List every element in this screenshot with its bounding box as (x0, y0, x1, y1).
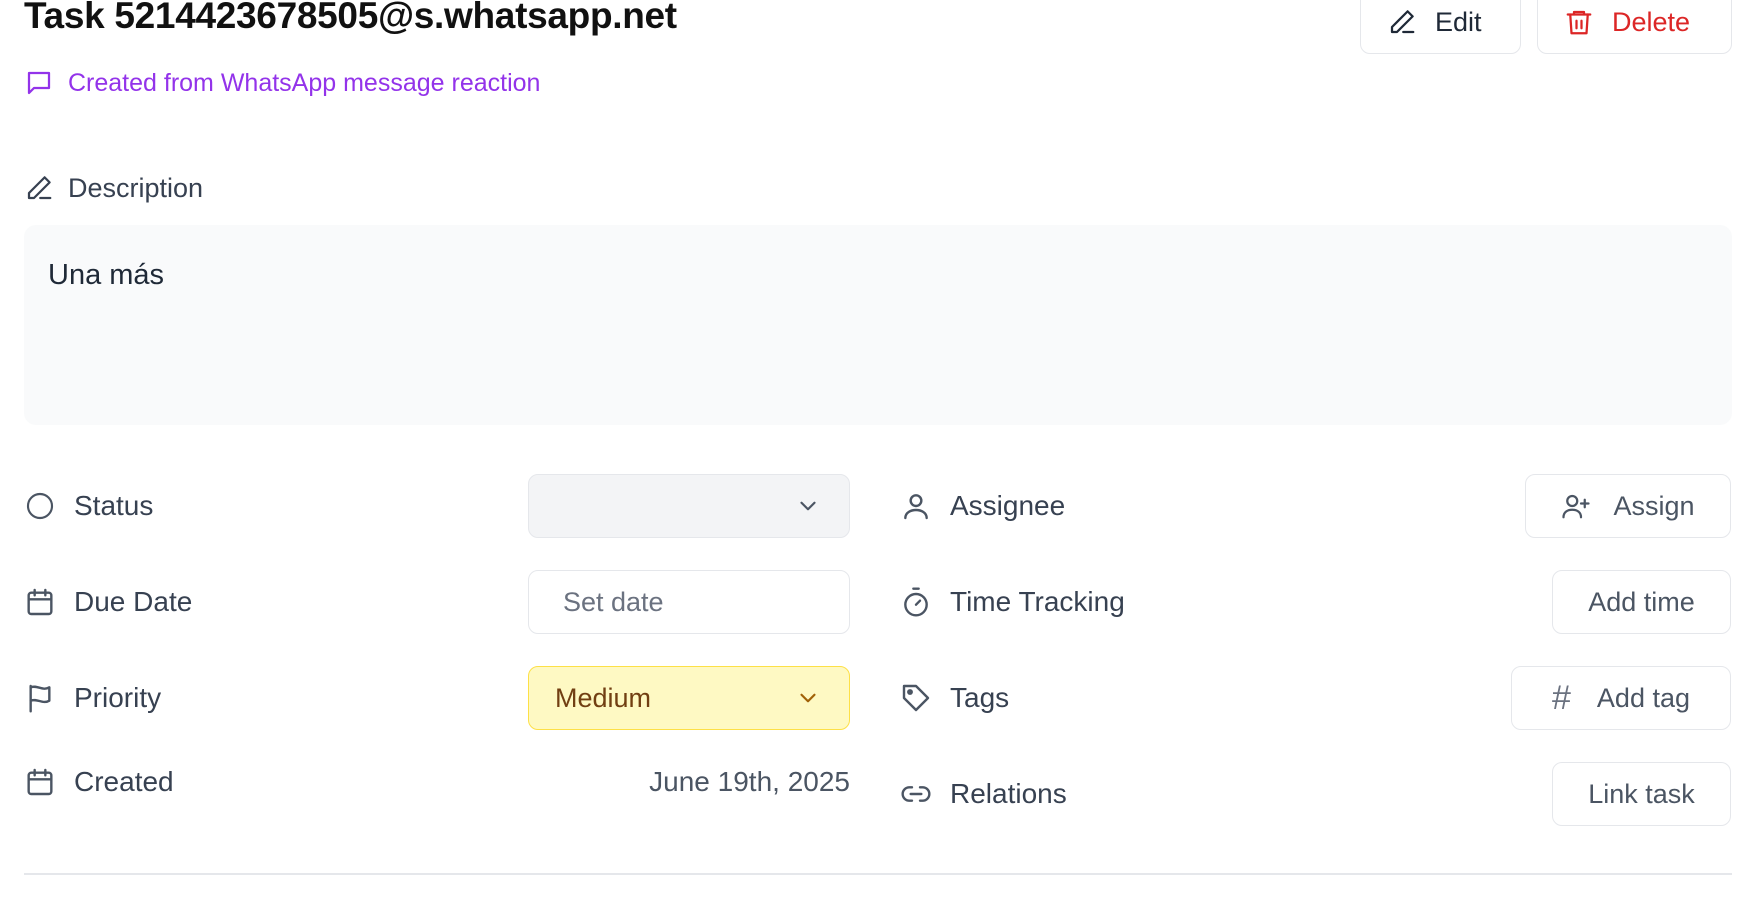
edit-button-label: Edit (1435, 6, 1482, 37)
created-label: Created (24, 764, 174, 800)
status-label: Status (24, 488, 153, 524)
status-label-text: Status (74, 490, 154, 521)
tags-label-text: Tags (950, 682, 1010, 713)
time-tracking-label-text: Time Tracking (950, 586, 1125, 617)
flag-icon (29, 684, 51, 713)
section-divider (24, 873, 1732, 875)
tag-icon (902, 684, 930, 712)
pencil-icon (27, 176, 52, 200)
add-time-button-label: Add time (1588, 586, 1695, 617)
description-box[interactable]: Una más (24, 225, 1732, 425)
calendar-icon (27, 768, 53, 796)
due-date-placeholder: Set date (563, 586, 664, 617)
assignee-label-text: Assignee (950, 490, 1066, 521)
user-icon (904, 494, 928, 520)
chevron-down-icon (800, 693, 816, 703)
priority-label-text: Priority (74, 682, 162, 713)
assign-button[interactable]: Assign (1525, 474, 1731, 538)
due-date-input[interactable]: Set date (528, 570, 850, 634)
task-title: Task 5214423678505@s.whatsapp.net (24, 0, 677, 36)
delete-button[interactable]: Delete (1537, 0, 1732, 54)
link-icon (901, 786, 931, 802)
priority-value: Medium (555, 682, 652, 713)
pencil-icon (1390, 10, 1415, 34)
priority-label: Priority (24, 680, 161, 716)
trash-icon (1566, 10, 1592, 35)
source-note: Created from WhatsApp message reaction (24, 66, 540, 100)
add-tag-button[interactable]: # Add tag (1511, 666, 1731, 730)
user-plus-icon (1562, 494, 1591, 519)
description-text: Una más (48, 259, 165, 291)
time-tracking-label: Time Tracking (900, 584, 1125, 620)
message-square-icon (27, 71, 51, 95)
description-label: Description (24, 170, 203, 206)
due-date-label: Due Date (24, 584, 192, 620)
delete-button-label: Delete (1612, 6, 1691, 37)
edit-button[interactable]: Edit (1360, 0, 1521, 54)
chevron-down-icon (800, 501, 816, 511)
link-task-button-label: Link task (1588, 778, 1695, 809)
calendar-icon (27, 588, 53, 616)
relations-label-text: Relations (950, 778, 1067, 809)
status-select[interactable] (528, 474, 850, 538)
task-detail-page: Task 5214423678505@s.whatsapp.net Create… (0, 0, 1758, 906)
priority-select[interactable]: Medium (528, 666, 850, 730)
source-note-text: Created from WhatsApp message reaction (68, 69, 541, 97)
assign-button-label: Assign (1613, 490, 1695, 521)
assignee-label: Assignee (900, 488, 1065, 524)
created-date: June 19th, 2025 (649, 766, 850, 797)
hash-icon: # (1552, 678, 1571, 717)
circle-icon (26, 492, 54, 520)
tags-label: Tags (900, 680, 1009, 716)
add-time-button[interactable]: Add time (1552, 570, 1731, 634)
timer-icon (904, 587, 928, 617)
due-date-label-text: Due Date (74, 586, 193, 617)
link-task-button[interactable]: Link task (1552, 762, 1731, 826)
description-label-text: Description (68, 173, 204, 203)
add-tag-button-label: Add tag (1596, 682, 1690, 713)
relations-label: Relations (900, 776, 1067, 812)
created-label-text: Created (74, 766, 174, 797)
